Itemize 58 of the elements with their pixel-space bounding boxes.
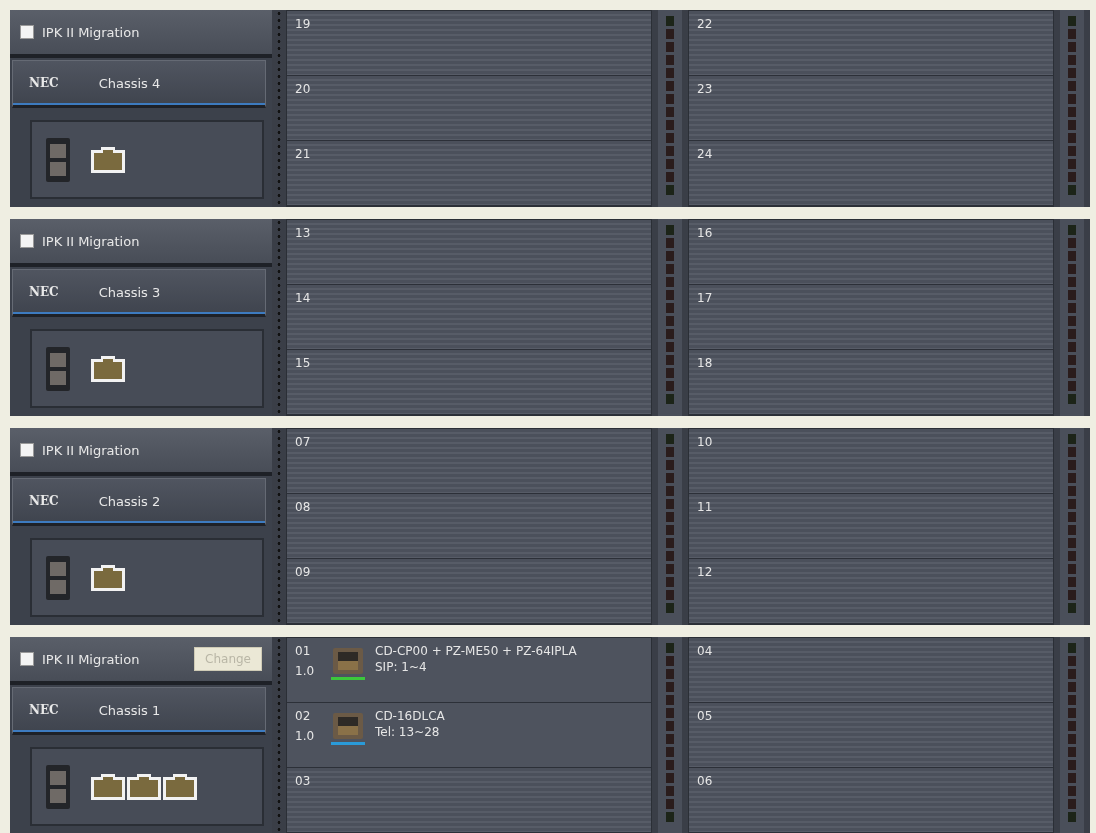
slot-number: 03	[295, 774, 312, 788]
slot-number: 15	[295, 356, 312, 370]
ethernet-port-icon	[90, 354, 126, 383]
migration-label: IPK II Migration	[42, 24, 141, 40]
migration-label: IPK II Migration	[42, 651, 141, 667]
usb-port-icon	[46, 555, 70, 600]
migration-checkbox[interactable]	[20, 234, 34, 248]
usb-port-icon	[46, 346, 70, 391]
chassis-name: Chassis 2	[98, 493, 161, 509]
slot-number: 06	[697, 774, 714, 788]
slot-number: 20	[295, 82, 312, 96]
slot-number: 11	[697, 500, 714, 514]
ethernet-port-icon	[162, 772, 198, 801]
migration-checkbox[interactable]	[20, 443, 34, 457]
slot-number: 12	[697, 565, 714, 579]
slot-number: 13	[295, 226, 312, 240]
slot-number: 14	[295, 291, 312, 305]
card-version: 1.0	[295, 664, 316, 678]
ethernet-port-icon	[90, 772, 126, 801]
slot-number: 24	[697, 147, 714, 161]
slot-number: 21	[295, 147, 312, 161]
usb-port-icon	[46, 137, 70, 182]
slot-number: 22	[697, 17, 714, 31]
slot-number: 16	[697, 226, 714, 240]
slot-number: 02	[295, 709, 312, 723]
brand-logo: NEC	[29, 494, 59, 508]
migration-checkbox[interactable]	[20, 652, 34, 666]
brand-logo: NEC	[29, 76, 59, 90]
usb-port-icon	[46, 764, 70, 809]
slot-number: 01	[295, 644, 312, 658]
slot-number: 09	[295, 565, 312, 579]
ethernet-port-icon	[90, 145, 126, 174]
card-name: CD-CP00 + PZ-ME50 + PZ-64IPLA	[375, 644, 577, 658]
brand-logo: NEC	[29, 703, 59, 717]
card-jack-icon	[333, 713, 363, 739]
card-name: CD-16DLCA	[375, 709, 445, 723]
slot-number: 18	[697, 356, 714, 370]
slot-number: 04	[697, 644, 714, 658]
chassis-name: Chassis 1	[98, 702, 161, 718]
brand-logo: NEC	[29, 285, 59, 299]
slot-number: 23	[697, 82, 714, 96]
slot-number: 07	[295, 435, 312, 449]
slot-number: 05	[697, 709, 714, 723]
chassis-name: Chassis 3	[98, 284, 161, 300]
port-range: SIP: 1~4	[375, 660, 428, 674]
migration-label: IPK II Migration	[42, 233, 141, 249]
port-range: Tel: 13~28	[375, 725, 441, 739]
slot-number: 10	[697, 435, 714, 449]
slot-number: 17	[697, 291, 714, 305]
migration-checkbox[interactable]	[20, 25, 34, 39]
ethernet-port-icon	[90, 563, 126, 592]
ethernet-port-icon	[126, 772, 162, 801]
migration-label: IPK II Migration	[42, 442, 141, 458]
slot-number: 08	[295, 500, 312, 514]
slot-number: 19	[295, 17, 312, 31]
card-version: 1.0	[295, 729, 316, 743]
card-jack-icon	[333, 648, 363, 674]
chassis-name: Chassis 4	[98, 75, 161, 91]
